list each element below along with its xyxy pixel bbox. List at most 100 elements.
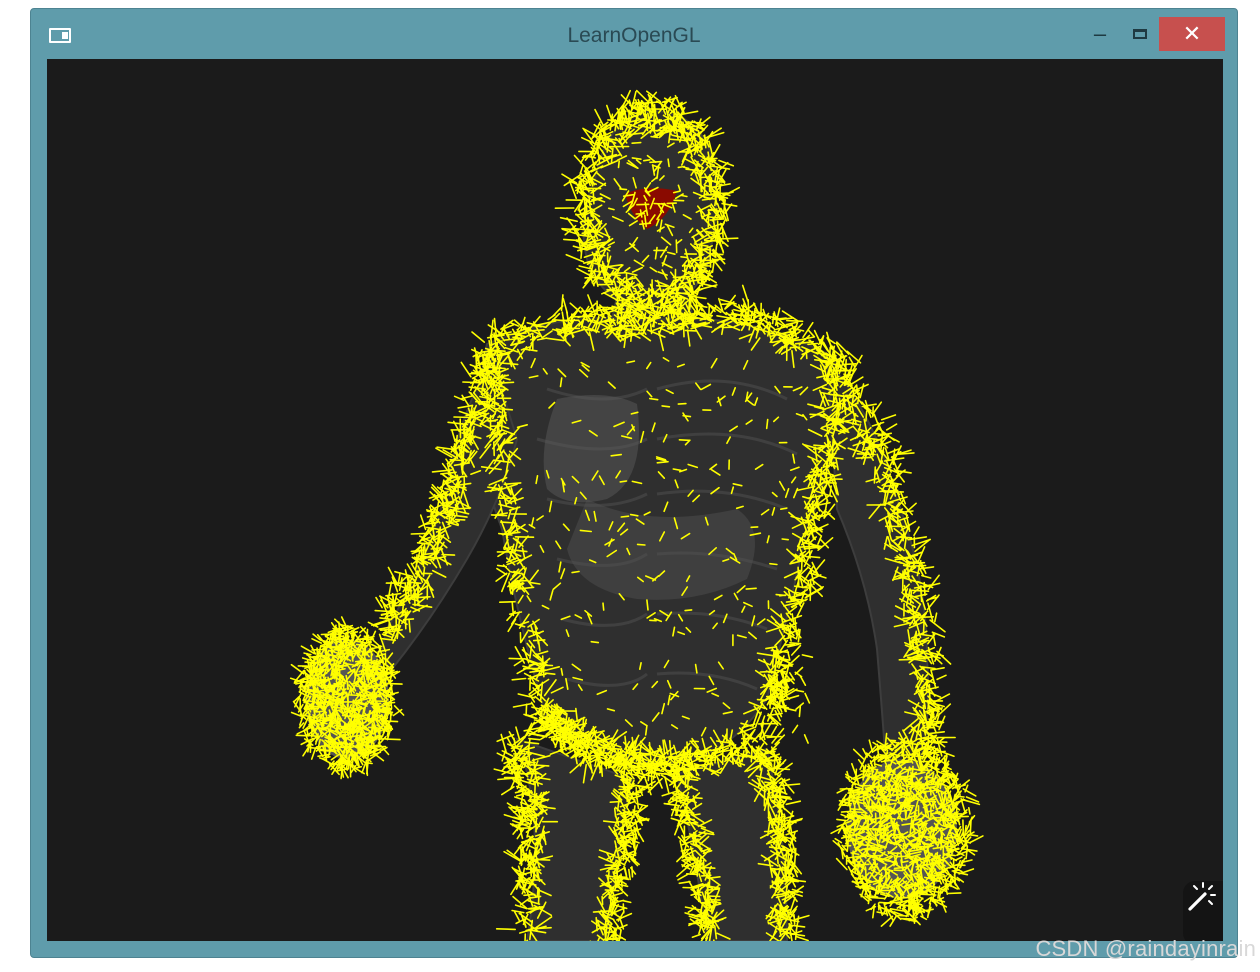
normal-line [460, 456, 464, 476]
normal-line [303, 669, 308, 678]
normal-line [862, 792, 865, 806]
normal-line [649, 298, 652, 310]
normal-line [878, 901, 891, 904]
normal-line [448, 509, 451, 526]
normal-line [951, 869, 960, 872]
normal-line [825, 510, 836, 520]
normal-line [840, 810, 849, 813]
normal-line [619, 188, 628, 191]
normal-line [625, 282, 629, 294]
normal-line [909, 842, 921, 846]
normal-line [920, 915, 928, 921]
normal-line [680, 256, 688, 259]
normal-line [947, 892, 962, 895]
rendered-scene [289, 89, 984, 941]
normal-line [680, 194, 688, 198]
normal-line [769, 562, 778, 566]
normal-line [778, 594, 787, 597]
normal-line [620, 298, 624, 319]
normal-line [889, 907, 905, 912]
normal-line [864, 811, 867, 824]
normal-line [408, 618, 411, 633]
normal-line [648, 397, 659, 401]
normal-line [913, 526, 920, 537]
maximize-button[interactable] [1123, 17, 1157, 51]
normal-line [870, 443, 884, 447]
normal-line [969, 835, 984, 844]
minimize-button[interactable]: – [1083, 17, 1117, 51]
normal-line [885, 423, 898, 431]
normal-line [836, 818, 848, 822]
normal-line [904, 810, 908, 819]
normal-line [611, 271, 627, 275]
normal-line [844, 394, 857, 397]
normal-line [929, 712, 933, 727]
normal-line [854, 789, 862, 793]
normal-line [386, 682, 403, 685]
normal-line [560, 294, 564, 312]
normal-line [954, 807, 958, 817]
normal-line [856, 815, 860, 826]
normal-line [390, 701, 393, 710]
normal-line [932, 633, 937, 647]
normal-line [919, 893, 937, 896]
normal-line [799, 675, 807, 687]
normal-line [489, 334, 493, 347]
normal-line [677, 402, 687, 405]
normal-line [394, 570, 414, 578]
normal-line [930, 669, 937, 689]
normal-line [499, 521, 517, 524]
normal-line [384, 738, 401, 741]
normal-line [422, 566, 426, 577]
normal-line [679, 296, 683, 315]
normal-line [544, 672, 556, 676]
opengl-viewport[interactable] [47, 59, 1223, 941]
normal-line [955, 856, 963, 861]
normal-line [935, 851, 939, 860]
normal-line [910, 589, 930, 593]
normal-line [672, 112, 676, 123]
normal-line [311, 648, 327, 651]
normal-line [441, 553, 456, 556]
normal-line [756, 698, 767, 702]
normal-line [914, 615, 935, 619]
normal-line [880, 414, 897, 421]
normal-line [789, 641, 802, 645]
normal-line [969, 819, 972, 835]
normal-line [460, 361, 472, 378]
normal-line [590, 640, 600, 644]
normal-line [933, 612, 938, 623]
normal-line [511, 677, 527, 681]
normal-line [490, 514, 508, 517]
normal-line [791, 724, 799, 734]
normal-line [873, 466, 877, 484]
normal-line [850, 762, 857, 776]
window-title: LearnOpenGL [567, 24, 701, 47]
normal-line [409, 587, 413, 599]
normal-line [475, 353, 478, 373]
normal-line [852, 748, 866, 761]
normal-line [528, 328, 545, 332]
title-bar[interactable]: LearnOpenGL – ✕ [31, 9, 1237, 59]
normal-line [377, 737, 387, 741]
close-button[interactable]: ✕ [1159, 17, 1225, 51]
normal-line [355, 638, 364, 641]
normal-line [636, 543, 646, 546]
normal-line [864, 866, 868, 883]
normal-line [655, 284, 668, 288]
normal-line [684, 329, 697, 332]
normal-line [320, 633, 336, 636]
normal-line [939, 779, 943, 790]
normal-line [419, 514, 427, 531]
normal-line [759, 670, 775, 673]
normal-line [343, 721, 347, 738]
normal-line [620, 515, 630, 518]
normal-line [745, 587, 757, 590]
normal-line [642, 159, 651, 162]
normal-line [351, 699, 355, 711]
normal-line [779, 507, 788, 511]
normal-line [771, 312, 775, 325]
normal-line [678, 438, 690, 442]
normal-line [805, 349, 808, 360]
normal-line [650, 135, 659, 139]
